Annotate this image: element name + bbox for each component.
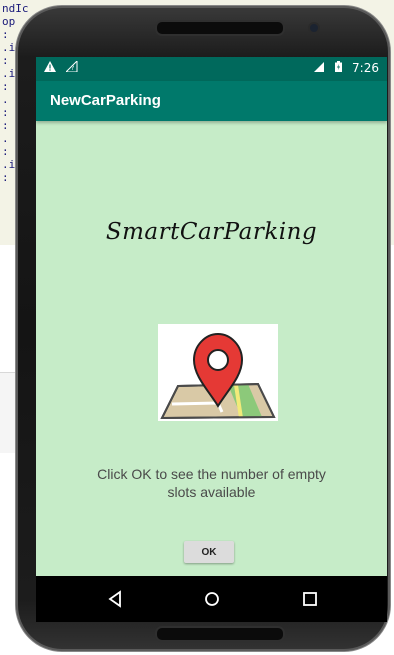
top-speaker [155,20,285,36]
signal-icon [314,61,325,75]
battery-icon [335,61,343,75]
status-time: 7:26 [352,61,379,75]
home-icon[interactable] [200,587,224,611]
status-right-icons: 7:26 [314,61,379,75]
recents-icon[interactable] [298,587,322,611]
app-bar: NewCarParking [36,81,387,121]
app-title: NewCarParking [50,92,161,109]
signal-unknown-icon: ? [64,59,78,75]
instruction-message: Click OK to see the number of empty slot… [97,466,326,500]
status-bar: ? 7:26 [36,57,387,81]
back-icon[interactable] [103,587,127,611]
front-camera [310,24,318,32]
status-left-icons: ? [44,59,84,75]
headline-title: SmartCarParking [105,219,318,245]
warning-icon [44,61,56,75]
ok-button[interactable]: OK [184,541,234,563]
map-pin-image [158,324,278,421]
navigation-bar [36,576,387,622]
svg-text:?: ? [71,65,74,72]
main-content: SmartCarParking Click OK to see the numb… [36,121,387,604]
phone-screen: ? 7:26 NewCarParking SmartCarParking Cli… [36,57,387,622]
bottom-speaker [155,626,285,642]
